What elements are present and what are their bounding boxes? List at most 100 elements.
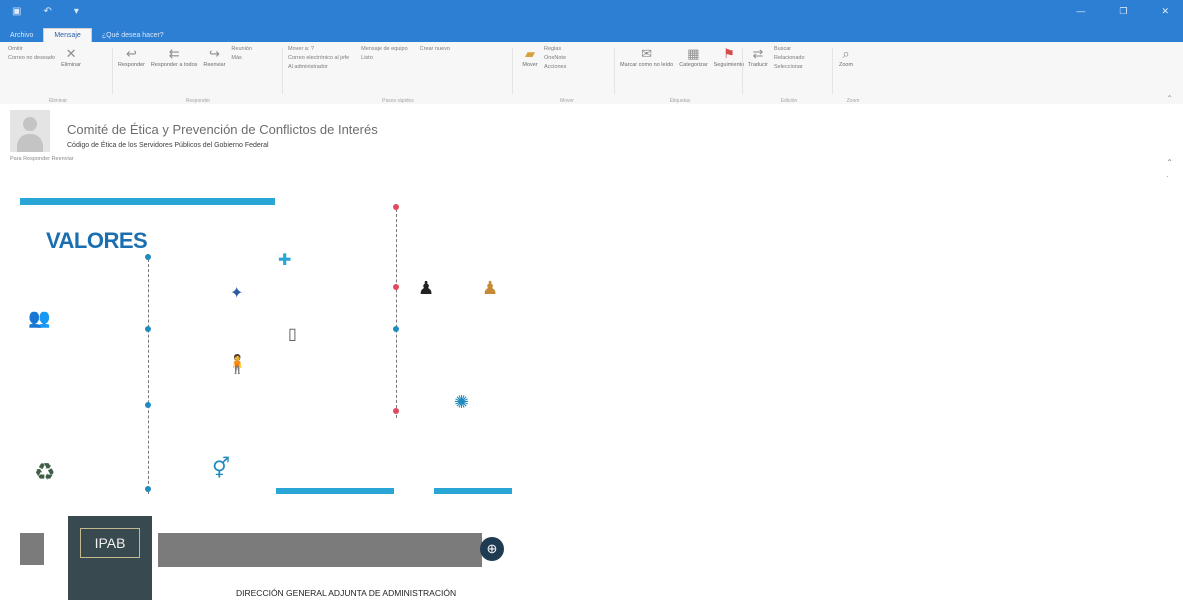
quick-step-move[interactable]: Mover a: ?	[288, 46, 349, 52]
poster-bottom-bar	[276, 488, 394, 494]
respond-small-items: Reunión Más	[231, 46, 252, 61]
tab-file[interactable]: Archivo	[0, 29, 43, 42]
message-subline: Código de Ética de los Servidores Públic…	[67, 142, 269, 149]
ribbon-group-move: ▰ Mover Reglas OneNote Acciones Mover	[522, 46, 612, 104]
forward-button[interactable]: ↪ Reenviar	[203, 46, 225, 68]
timeline-dot	[393, 204, 399, 210]
scroll-dot-icon[interactable]: ·	[1166, 170, 1173, 184]
close-icon[interactable]: ✕	[1161, 6, 1169, 17]
recycle-icon: ♻	[34, 459, 56, 486]
ignore-button[interactable]: Omitir	[8, 46, 55, 52]
reply-line[interactable]: Para Responder Reenviar	[10, 156, 74, 162]
move-button[interactable]: ▰ Mover	[522, 46, 538, 68]
categorize-button[interactable]: ▦ Categorizar	[679, 46, 707, 68]
timeline-dot	[145, 326, 151, 332]
globe-icon: ⊕	[480, 537, 504, 561]
email-body-poster: VALORES 👥 🧍 ✦ ✚ ⚥ ♟ ♟ ▯ ✺ ♻ IPAB ⊕ DIREC…	[14, 186, 520, 606]
quick-steps-col-2: Mensaje de equipo Listo	[361, 46, 407, 61]
ribbon-tabs: Archivo Mensaje ¿Qué desea hacer?	[0, 24, 174, 42]
ribbon-separator	[614, 48, 615, 94]
delete-small-items: Omitir Correo no deseado	[8, 46, 55, 61]
poster-footer-band	[158, 533, 482, 567]
title-bar: ▣ ↶ ▾ — ❐ ✕ Archivo Mensaje ¿Qué desea h…	[0, 0, 1183, 42]
poster-bottom-bar	[434, 488, 512, 494]
magnifier-icon: ⌕	[842, 46, 850, 61]
ribbon: Omitir Correo no deseado ✕ Eliminar Elim…	[0, 42, 1183, 105]
gender-icon: ⚥	[212, 458, 231, 480]
poster-top-bar	[20, 198, 275, 205]
customize-icon[interactable]: ▾	[74, 6, 79, 17]
person-icon: ♟	[482, 278, 499, 298]
mark-unread-button[interactable]: ✉ Marcar como no leído	[620, 46, 673, 68]
ipab-logo: IPAB	[68, 516, 152, 600]
timeline-dot	[145, 402, 151, 408]
timeline-dot	[393, 326, 399, 332]
follow-up-button[interactable]: ⚑ Seguimiento	[714, 46, 745, 68]
zoom-button[interactable]: ⌕ Zoom	[838, 46, 854, 68]
select-button[interactable]: Seleccionar	[774, 64, 805, 70]
collapse-ribbon-icon[interactable]: ⌃	[1166, 94, 1173, 103]
translate-button[interactable]: ⇄ Traducir	[748, 46, 768, 68]
restore-icon[interactable]: ❐	[1119, 6, 1127, 17]
forward-icon: ↪	[208, 46, 220, 61]
reply-all-icon: ⇇	[168, 46, 180, 61]
delete-icon: ✕	[65, 46, 77, 61]
timeline-dot	[393, 284, 399, 290]
ribbon-group-edit: ⇄ Traducir Buscar Relacionado Selecciona…	[748, 46, 830, 104]
ribbon-separator	[742, 48, 743, 94]
message-subject: Comité de Ética y Prevención de Conflict…	[67, 122, 378, 137]
avatar	[10, 110, 50, 152]
flag-icon: ⚑	[723, 46, 735, 61]
meeting-button[interactable]: Reunión	[231, 46, 252, 52]
scroll-up-icon[interactable]: ⌃	[1166, 156, 1173, 170]
onenote-button[interactable]: OneNote	[544, 55, 566, 61]
ribbon-group-zoom: ⌕ Zoom Zoom	[838, 46, 868, 104]
ribbon-separator	[112, 48, 113, 94]
edit-small-items: Buscar Relacionado Seleccionar	[774, 46, 805, 70]
minimize-icon[interactable]: —	[1076, 6, 1085, 17]
undo-icon[interactable]: ↶	[43, 6, 51, 17]
timeline-dot	[145, 254, 151, 260]
tab-message[interactable]: Mensaje	[43, 28, 92, 42]
junk-button[interactable]: Correo no deseado	[8, 55, 55, 61]
ribbon-group-quick-steps: Mover a: ? Correo electrónico al jefe Al…	[288, 46, 508, 104]
tab-tell-me[interactable]: ¿Qué desea hacer?	[92, 29, 174, 42]
quick-step-done[interactable]: Listo	[361, 55, 407, 61]
reading-pane-scroll-controls: ⌃ ·	[1166, 156, 1173, 184]
actions-button[interactable]: Acciones	[544, 64, 566, 70]
reply-button[interactable]: ↩ Responder	[118, 46, 145, 68]
ribbon-group-tags: ✉ Marcar como no leído ▦ Categorizar ⚑ S…	[620, 46, 744, 104]
folder-icon: ▰	[525, 46, 535, 61]
translate-icon: ⇄	[752, 46, 764, 61]
category-icon: ▦	[687, 46, 700, 61]
ribbon-separator	[282, 48, 283, 94]
poster-footer-strip	[20, 533, 44, 565]
more-button[interactable]: Más	[231, 55, 252, 61]
poster-valores-title: VALORES	[46, 228, 148, 253]
quick-steps-col-1: Mover a: ? Correo electrónico al jefe Al…	[288, 46, 349, 70]
timeline-dot	[393, 408, 399, 414]
ribbon-separator	[512, 48, 513, 94]
save-icon[interactable]: ▣	[12, 6, 21, 17]
phone-icon: ▯	[288, 326, 297, 343]
person-icon: ♟	[418, 278, 435, 298]
reply-all-button[interactable]: ⇇ Responder a todos	[151, 46, 197, 68]
rules-button[interactable]: Reglas	[544, 46, 566, 52]
find-button[interactable]: Buscar	[774, 46, 805, 52]
poster-footer-title: DIRECCIÓN GENERAL ADJUNTA DE ADMINISTRAC…	[236, 588, 457, 598]
handshake-icon: ✦	[230, 285, 244, 302]
quick-step-admin[interactable]: Al administrador	[288, 64, 349, 70]
quick-step-email-boss[interactable]: Correo electrónico al jefe	[288, 55, 349, 61]
envelope-icon: ✉	[641, 46, 653, 61]
delete-button[interactable]: ✕ Eliminar	[61, 46, 81, 68]
poster-timeline-left	[148, 254, 149, 494]
desk-person-icon: 🧍	[226, 354, 249, 374]
quick-step-create[interactable]: Crear nuevo	[420, 46, 450, 52]
poster-timeline-right	[396, 204, 397, 418]
puzzle-icon: ✚	[278, 252, 292, 269]
related-button[interactable]: Relacionado	[774, 55, 805, 61]
quick-access-toolbar: ▣ ↶ ▾	[12, 6, 79, 17]
quick-step-team[interactable]: Mensaje de equipo	[361, 46, 407, 52]
move-small-items: Reglas OneNote Acciones	[544, 46, 566, 70]
ribbon-group-delete: Omitir Correo no deseado ✕ Eliminar Elim…	[8, 46, 108, 104]
